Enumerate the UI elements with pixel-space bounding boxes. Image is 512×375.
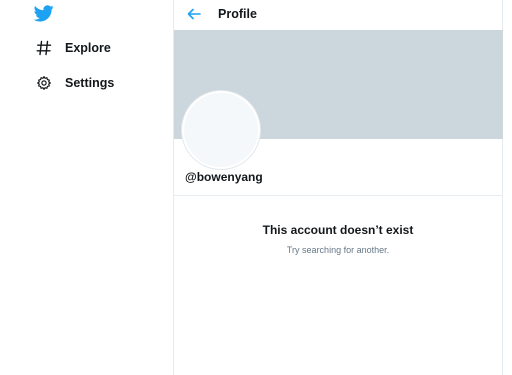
twitter-bird-icon[interactable] <box>33 5 54 22</box>
profile-handle: @bowenyang <box>185 170 263 184</box>
empty-state-subtitle: Try searching for another. <box>286 245 390 255</box>
arrow-left-icon[interactable] <box>185 5 203 23</box>
sidebar-item-label: Settings <box>65 76 115 90</box>
empty-state-title: This account doesn’t exist <box>262 223 414 237</box>
profile-column: Profile @bowenyang This account doesn’t … <box>173 0 503 375</box>
sidebar-item-settings[interactable]: Settings <box>35 72 114 94</box>
sidebar-item-label: Explore <box>65 41 111 55</box>
divider <box>174 195 502 196</box>
hashtag-icon <box>35 39 53 57</box>
sidebar-item-explore[interactable]: Explore <box>35 37 111 59</box>
profile-header: Profile <box>174 0 502 30</box>
page-title: Profile <box>218 7 257 21</box>
avatar <box>182 91 260 169</box>
sidebar: Explore Settings <box>0 0 173 375</box>
gear-icon <box>35 74 53 92</box>
